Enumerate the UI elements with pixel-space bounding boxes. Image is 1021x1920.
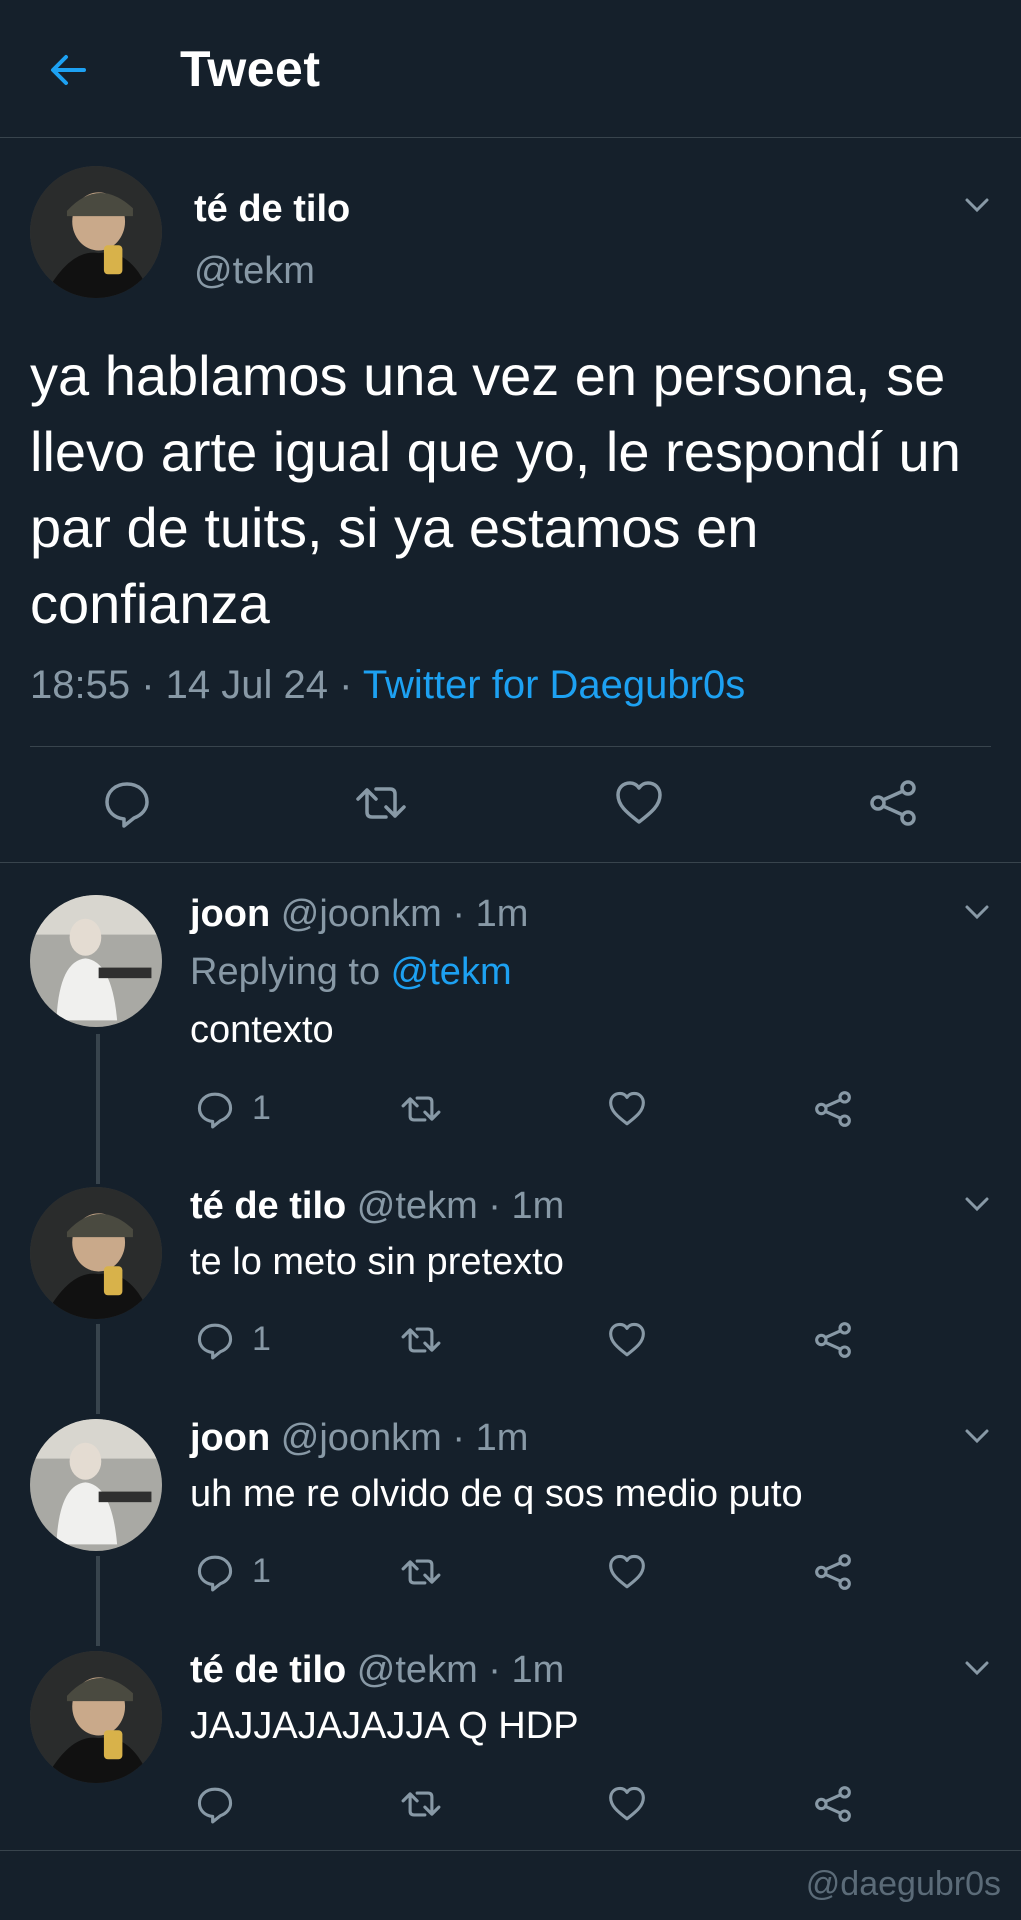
chevron-down-icon[interactable]: [960, 1187, 994, 1221]
reply-text: contexto: [190, 1009, 334, 1051]
reply-text: JAJJAJAJAJJA Q HDP: [190, 1705, 579, 1747]
heart-icon[interactable]: [612, 776, 666, 830]
back-arrow-icon[interactable]: [44, 46, 92, 94]
author-handle[interactable]: @tekm: [357, 1649, 478, 1691]
chevron-down-icon[interactable]: [960, 1651, 994, 1685]
reply-tweet: joon @joonkm · 1m uh me re olvido de q s…: [0, 1397, 1021, 1629]
separator: ·: [477, 1649, 512, 1691]
page-title: Tweet: [180, 41, 321, 97]
author-handle[interactable]: @tekm: [194, 250, 315, 293]
divider: [0, 1850, 1021, 1851]
main-tweet: té de tilo @tekm ya hablamos una vez en …: [0, 138, 1021, 863]
tweet-text: ya hablamos una vez en persona, se llevo…: [30, 344, 961, 635]
reply-tweet: té de tilo @tekm · 1m JAJJAJAJAJJA Q HDP: [0, 1629, 1021, 1849]
share-icon[interactable]: [812, 1319, 854, 1361]
reply-header: té de tilo @tekm · 1m: [190, 1185, 564, 1228]
tweet-meta: 18:55 · 14 Jul 24 · Twitter for Daegubr0…: [30, 663, 745, 708]
reply-count: 1: [252, 1320, 271, 1358]
share-icon[interactable]: [866, 776, 920, 830]
tweet-timestamp: 18:55 · 14 Jul 24 ·: [30, 663, 363, 707]
timestamp: 1m: [511, 1185, 565, 1227]
separator: ·: [441, 1417, 476, 1459]
reply-icon[interactable]: [194, 1783, 236, 1825]
share-icon[interactable]: [812, 1783, 854, 1825]
author-handle[interactable]: @joonkm: [281, 1417, 442, 1459]
heart-icon[interactable]: [606, 1319, 648, 1361]
chevron-down-icon[interactable]: [960, 188, 994, 222]
author-name[interactable]: té de tilo: [194, 188, 350, 231]
reply-icon[interactable]: [100, 776, 154, 830]
author-handle[interactable]: @tekm: [357, 1185, 478, 1227]
replying-to-label: Replying to: [190, 951, 391, 993]
avatar[interactable]: [30, 1187, 162, 1319]
tweet-source[interactable]: Twitter for Daegubr0s: [363, 663, 745, 707]
reply-text: te lo meto sin pretexto: [190, 1241, 564, 1283]
chevron-down-icon[interactable]: [960, 895, 994, 929]
reply-icon[interactable]: [194, 1088, 236, 1130]
avatar[interactable]: [30, 1419, 162, 1551]
heart-icon[interactable]: [606, 1783, 648, 1825]
reply-icon[interactable]: [194, 1551, 236, 1593]
reply-tweet: joon @joonkm · 1m Replying to @tekm cont…: [0, 865, 1021, 1165]
mention-link[interactable]: @tekm: [391, 951, 512, 993]
author-name[interactable]: té de tilo: [190, 1185, 346, 1227]
retweet-icon[interactable]: [400, 1783, 442, 1825]
reply-count: 1: [252, 1552, 271, 1590]
retweet-icon[interactable]: [354, 776, 408, 830]
timestamp: 1m: [475, 893, 529, 935]
retweet-icon[interactable]: [400, 1088, 442, 1130]
divider: [30, 746, 991, 747]
reply-tweet: té de tilo @tekm · 1m te lo meto sin pre…: [0, 1165, 1021, 1397]
chevron-down-icon[interactable]: [960, 1419, 994, 1453]
top-bar: Tweet: [0, 0, 1021, 138]
reply-header: joon @joonkm · 1m: [190, 893, 528, 936]
heart-icon[interactable]: [606, 1088, 648, 1130]
author-name[interactable]: joon: [190, 893, 270, 935]
retweet-icon[interactable]: [400, 1551, 442, 1593]
reply-header: joon @joonkm · 1m: [190, 1417, 528, 1460]
watermark-text: @daegubr0s: [805, 1865, 1001, 1903]
reply-text: uh me re olvido de q sos medio puto: [190, 1473, 803, 1515]
author-name[interactable]: joon: [190, 1417, 270, 1459]
avatar[interactable]: [30, 895, 162, 1027]
retweet-icon[interactable]: [400, 1319, 442, 1361]
separator: ·: [477, 1185, 512, 1227]
reply-icon[interactable]: [194, 1319, 236, 1361]
timestamp: 1m: [475, 1417, 529, 1459]
timestamp: 1m: [511, 1649, 565, 1691]
avatar[interactable]: [30, 166, 162, 298]
share-icon[interactable]: [812, 1088, 854, 1130]
replying-to: Replying to @tekm: [190, 951, 512, 994]
separator: ·: [441, 893, 476, 935]
reply-header: té de tilo @tekm · 1m: [190, 1649, 564, 1692]
avatar[interactable]: [30, 1651, 162, 1783]
reply-count: 1: [252, 1089, 271, 1127]
author-handle[interactable]: @joonkm: [281, 893, 442, 935]
heart-icon[interactable]: [606, 1551, 648, 1593]
author-name[interactable]: té de tilo: [190, 1649, 346, 1691]
share-icon[interactable]: [812, 1551, 854, 1593]
